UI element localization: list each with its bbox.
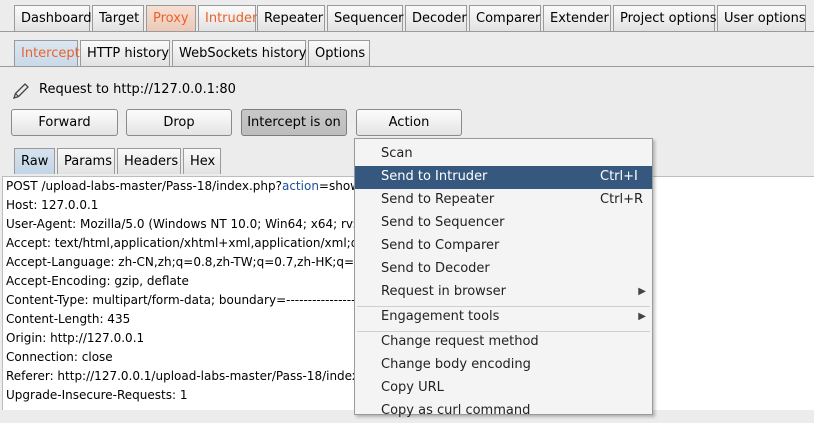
submenu-arrow-icon: ▶ [638, 286, 646, 297]
menu-item-send-to-intruder[interactable]: Send to Intruder Ctrl+I [355, 166, 652, 189]
menu-item-copy-url[interactable]: Copy URL [355, 377, 652, 400]
menu-item-send-to-comparer[interactable]: Send to Comparer [355, 235, 652, 258]
pencil-icon [11, 81, 31, 101]
header-line: Host: 127.0.0.1 [6, 198, 99, 212]
header-line: User-Agent: Mozilla/5.0 (Windows NT 10.0… [6, 217, 365, 231]
header-line: Content-Type: multipart/form-data; bound… [6, 293, 373, 307]
menu-item-scan[interactable]: Scan [355, 143, 652, 166]
menu-item-shortcut: Ctrl+I [600, 169, 638, 184]
header-line: Upgrade-Insecure-Requests: 1 [6, 388, 188, 402]
tab-params[interactable]: Params [57, 148, 115, 174]
header-line: Accept-Encoding: gzip, deflate [6, 274, 189, 288]
header-line: Referer: http://127.0.0.1/upload-labs-ma… [6, 369, 371, 383]
menu-item-change-request-method[interactable]: Change request method [355, 331, 652, 354]
menu-item-label: Copy as curl command [381, 403, 531, 418]
main-tab-divider [0, 31, 814, 32]
menu-item-label: Request in browser [381, 284, 506, 299]
menu-item-send-to-decoder[interactable]: Send to Decoder [355, 258, 652, 281]
menu-item-label: Send to Comparer [381, 238, 500, 253]
forward-button[interactable]: Forward [11, 109, 118, 136]
query-param-equals: = [318, 179, 329, 193]
menu-item-label: Scan [381, 146, 413, 161]
tab-user-options[interactable]: User options [717, 5, 806, 31]
header-line: Accept: text/html,application/xhtml+xml,… [6, 236, 377, 250]
tab-options[interactable]: Options [308, 40, 370, 66]
intercept-toggle-button[interactable]: Intercept is on [241, 109, 347, 136]
tab-intercept[interactable]: Intercept [14, 40, 80, 66]
menu-item-label: Engagement tools [381, 309, 500, 324]
tab-http-history[interactable]: HTTP history [80, 40, 170, 66]
tab-headers[interactable]: Headers [117, 148, 181, 174]
tab-raw[interactable]: Raw [14, 148, 55, 174]
menu-item-label: Copy URL [381, 380, 444, 395]
proxy-tab-divider [0, 66, 814, 67]
menu-item-label: Send to Intruder [381, 169, 488, 184]
action-button[interactable]: Action [356, 109, 462, 136]
tab-repeater[interactable]: Repeater [257, 5, 325, 31]
tab-target[interactable]: Target [92, 5, 144, 31]
menu-item-label: Send to Decoder [381, 261, 490, 276]
query-param-name: action [281, 179, 319, 193]
header-line: Origin: http://127.0.0.1 [6, 331, 145, 345]
menu-item-label: Change request method [381, 334, 539, 349]
action-context-menu: Scan Send to Intruder Ctrl+I Send to Repe… [354, 138, 653, 418]
tab-comparer[interactable]: Comparer [469, 5, 541, 31]
menu-item-label: Send to Repeater [381, 192, 495, 207]
menu-item-shortcut: Ctrl+R [600, 192, 644, 207]
header-line: Content-Length: 435 [6, 312, 131, 326]
header-line: Accept-Language: zh-CN,zh;q=0.8,zh-TW;q=… [6, 255, 366, 269]
tab-intruder[interactable]: Intruder [198, 5, 257, 31]
drop-button[interactable]: Drop [126, 109, 232, 136]
menu-item-copy-as-curl[interactable]: Copy as curl command [355, 400, 652, 423]
main-tab-bar: Dashboard Target Proxy Intruder Repeater… [0, 1, 814, 31]
request-path: POST /upload-labs-master/Pass-18/index.p… [6, 179, 282, 193]
menu-item-change-body-encoding[interactable]: Change body encoding [355, 354, 652, 377]
menu-item-send-to-repeater[interactable]: Send to Repeater Ctrl+R [355, 189, 652, 212]
request-line: POST /upload-labs-master/Pass-18/index.p… [6, 177, 360, 196]
tab-project-options[interactable]: Project options [613, 5, 717, 31]
tab-websockets-history[interactable]: WebSockets history [172, 40, 306, 66]
menu-item-label: Send to Sequencer [381, 215, 505, 230]
menu-item-request-in-browser[interactable]: Request in browser ▶ [355, 281, 652, 304]
proxy-tab-bar: Intercept HTTP history WebSockets histor… [0, 36, 814, 66]
tab-dashboard[interactable]: Dashboard [14, 5, 92, 31]
tab-extender[interactable]: Extender [543, 5, 611, 31]
menu-item-send-to-sequencer[interactable]: Send to Sequencer [355, 212, 652, 235]
tab-proxy[interactable]: Proxy [146, 5, 196, 31]
tab-hex[interactable]: Hex [183, 148, 221, 174]
request-target-label: Request to http://127.0.0.1:80 [39, 82, 236, 97]
tab-sequencer[interactable]: Sequencer [327, 5, 403, 31]
menu-item-label: Change body encoding [381, 357, 531, 372]
header-line: Connection: close [6, 350, 113, 364]
submenu-arrow-icon: ▶ [638, 311, 646, 322]
tab-decoder[interactable]: Decoder [405, 5, 467, 31]
menu-item-engagement-tools[interactable]: Engagement tools ▶ [355, 306, 652, 329]
